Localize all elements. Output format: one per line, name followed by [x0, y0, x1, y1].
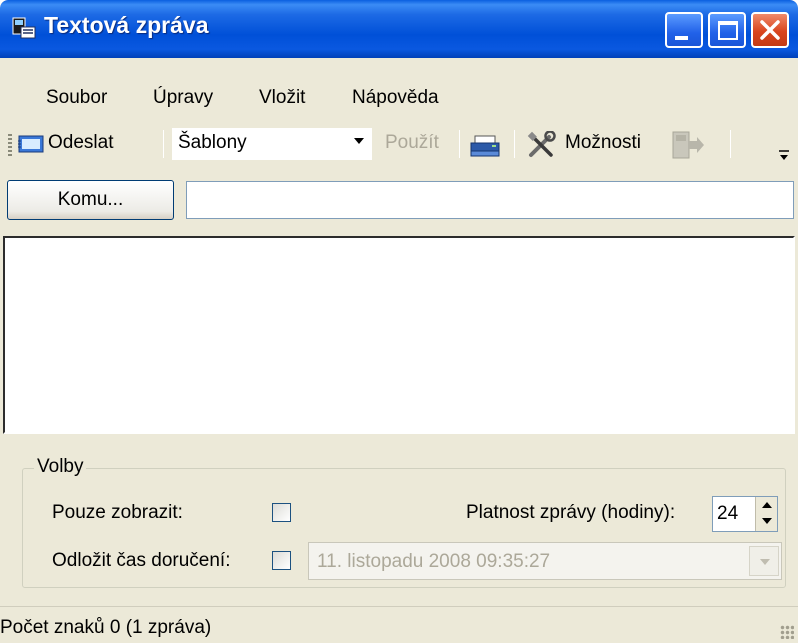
toolbar-separator — [459, 130, 460, 158]
minimize-icon — [675, 36, 688, 40]
close-icon — [760, 20, 780, 40]
delay-label: Odložit čas doručení: — [52, 550, 231, 571]
validity-stepper[interactable]: 24 — [712, 496, 778, 532]
options-button[interactable]: Možnosti — [527, 126, 657, 162]
send-button[interactable]: Odeslat — [18, 126, 154, 162]
menu-edit[interactable]: Úpravy — [153, 87, 213, 109]
app-window: Textová zpráva Soubor Úpravy Vložit Nápo… — [0, 0, 798, 643]
close-button[interactable] — [751, 12, 789, 48]
toolbar-separator — [730, 130, 731, 158]
display-only-checkbox[interactable] — [272, 503, 291, 522]
display-only-label: Pouze zobrazit: — [52, 502, 183, 523]
toolbar-separator — [163, 130, 164, 158]
window-title: Textová zpráva — [44, 12, 209, 38]
arrow-down-icon[interactable] — [762, 518, 772, 524]
chevron-down-icon — [760, 559, 770, 565]
toolbar: Odeslat Šablony Použít Možnosti — [0, 120, 798, 170]
send-label: Odeslat — [48, 132, 114, 153]
title-bar[interactable]: Textová zpráva — [0, 0, 798, 58]
print-icon[interactable] — [470, 134, 500, 158]
toolbar-separator — [514, 130, 515, 158]
options-label: Možnosti — [565, 132, 642, 153]
recipient-button[interactable]: Komu... — [7, 180, 174, 220]
delay-datetime-picker[interactable]: 11. listopadu 2008 09:35:27 — [308, 542, 782, 580]
maximize-button[interactable] — [708, 12, 746, 48]
delay-datetime-value: 11. listopadu 2008 09:35:27 — [317, 551, 551, 572]
options-group-label: Volby — [34, 456, 87, 478]
sms-app-icon — [12, 17, 36, 39]
delay-checkbox[interactable] — [272, 551, 291, 570]
tools-icon — [527, 131, 556, 157]
maximize-icon — [718, 21, 738, 40]
recipient-input[interactable] — [186, 181, 794, 219]
message-textarea[interactable] — [3, 236, 795, 434]
send-icon — [18, 135, 44, 153]
datetime-dropdown-button[interactable] — [749, 546, 779, 576]
toolbar-grip[interactable] — [8, 134, 12, 156]
menu-bar: Soubor Úpravy Vložit Nápověda — [0, 80, 798, 118]
templates-dropdown[interactable]: Šablony — [172, 128, 372, 160]
menu-help[interactable]: Nápověda — [352, 87, 439, 109]
arrow-up-icon[interactable] — [762, 502, 772, 508]
exit-icon[interactable] — [671, 130, 705, 160]
status-bar: Počet znaků 0 (1 zpráva) — [0, 606, 798, 643]
validity-spin-buttons[interactable] — [755, 497, 777, 531]
resize-grip-icon[interactable] — [780, 625, 794, 639]
chevron-down-icon — [354, 138, 364, 144]
menu-insert[interactable]: Vložit — [259, 87, 305, 109]
status-text: Počet znaků 0 (1 zpráva) — [0, 617, 212, 638]
validity-value: 24 — [717, 503, 739, 524]
toolbar-overflow-icon[interactable] — [778, 148, 790, 162]
templates-value: Šablony — [178, 132, 247, 153]
use-button[interactable]: Použít — [385, 132, 439, 154]
menu-file[interactable]: Soubor — [46, 87, 107, 109]
validity-label: Platnost zprávy (hodiny): — [466, 502, 676, 523]
minimize-button[interactable] — [665, 12, 703, 48]
